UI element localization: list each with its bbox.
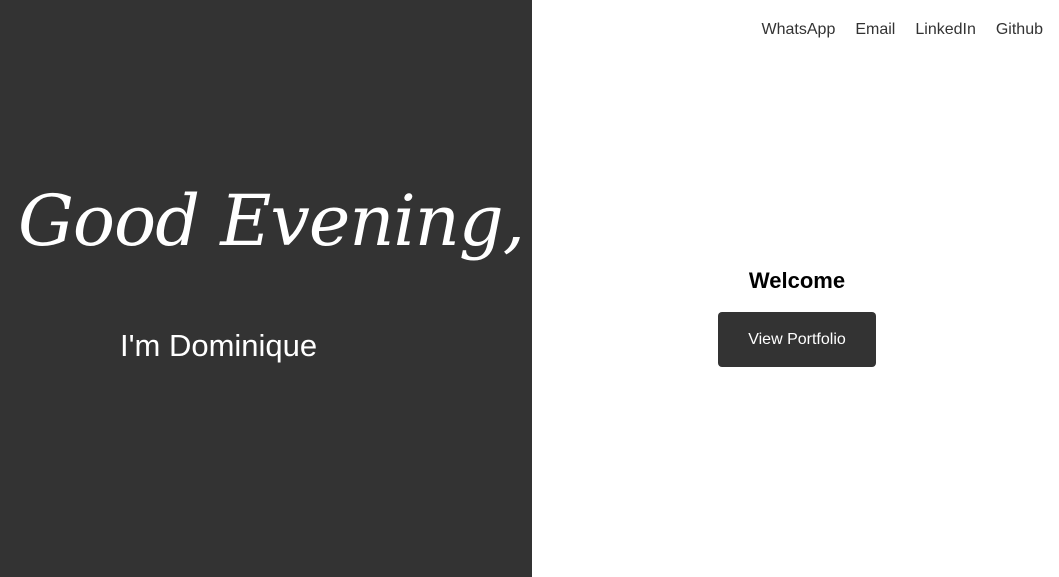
welcome-block: Welcome <box>718 268 876 294</box>
view-portfolio-button[interactable]: View Portfolio <box>718 312 876 367</box>
nav-link-github[interactable]: Github <box>996 21 1043 39</box>
page: Good Evening, I'm Dominique WhatsApp Ema… <box>0 0 1059 577</box>
nav-link-email[interactable]: Email <box>855 21 895 39</box>
social-nav: WhatsApp Email LinkedIn Github <box>762 21 1043 39</box>
hero-panel: Good Evening, I'm Dominique <box>0 0 532 577</box>
intro-text: I'm Dominique <box>120 328 318 363</box>
nav-link-linkedin[interactable]: LinkedIn <box>915 21 976 39</box>
greeting-heading: Good Evening, <box>18 180 525 262</box>
nav-link-whatsapp[interactable]: WhatsApp <box>762 21 836 39</box>
welcome-panel: WhatsApp Email LinkedIn Github Welcome V… <box>532 0 1059 577</box>
welcome-heading: Welcome <box>748 268 846 293</box>
